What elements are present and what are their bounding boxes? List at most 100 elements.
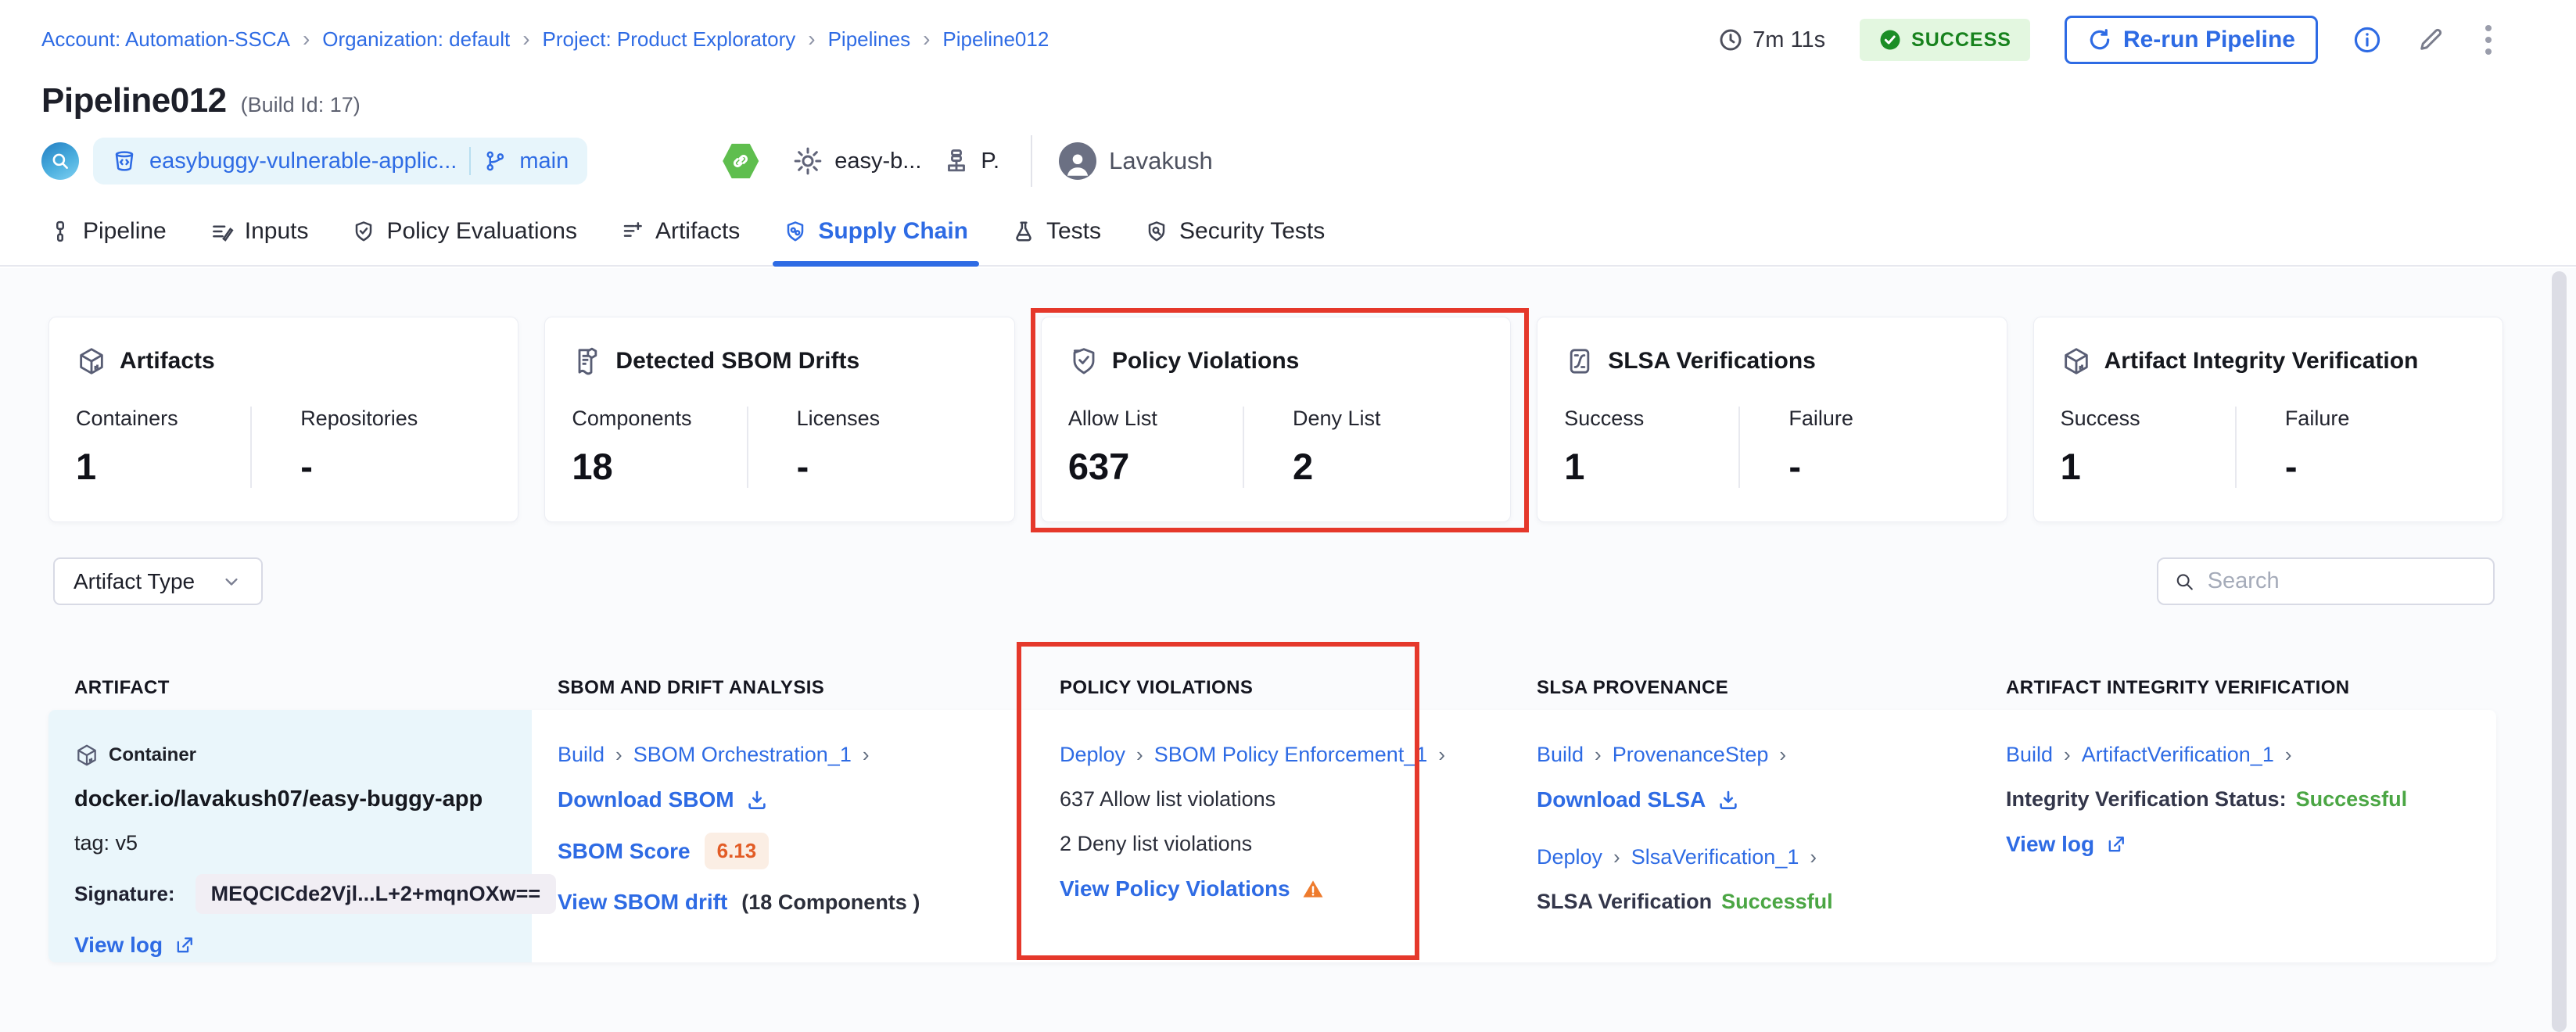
breadcrumb-pipelines[interactable]: Pipelines — [828, 27, 911, 52]
tab-policy-evaluations[interactable]: Policy Evaluations — [352, 218, 576, 265]
column-header-integrity: ARTIFACT INTEGRITY VERIFICATION — [1980, 677, 2496, 699]
status-label: SUCCESS — [1911, 29, 2011, 52]
artifact-image-name: docker.io/lavakush07/easy-buggy-app — [74, 787, 483, 812]
cube-icon — [76, 346, 107, 377]
chevron-separator-icon: › — [1613, 845, 1620, 869]
column-header-policy: POLICY VIOLATIONS — [1034, 677, 1511, 699]
clock-icon — [1718, 27, 1743, 52]
tab-label: Inputs — [245, 218, 309, 245]
stat-label: Repositories — [300, 407, 491, 431]
breadcrumb: Account: Automation-SSCA › Organization:… — [41, 27, 1049, 52]
sbom-score-badge: 6.13 — [705, 833, 770, 869]
vertical-scrollbar[interactable] — [2552, 271, 2567, 1032]
artifact-type-select[interactable]: Artifact Type — [53, 557, 263, 605]
view-log-link[interactable]: View log — [2006, 832, 2127, 857]
tab-artifacts[interactable]: Artifacts — [621, 218, 740, 265]
link-hexagon-icon — [722, 142, 759, 180]
shield-search-icon — [1145, 220, 1168, 243]
view-log-label: View log — [2006, 832, 2094, 857]
info-button[interactable] — [2352, 25, 2382, 55]
cube-icon — [74, 743, 99, 768]
step-link[interactable]: ArtifactVerification_1 — [2082, 743, 2274, 767]
breadcrumb-organization[interactable]: Organization: default — [322, 27, 510, 52]
card-policy-violations: Policy Violations Allow List637 Deny Lis… — [1041, 317, 1511, 522]
tab-label: Pipeline — [83, 218, 167, 245]
integrity-status-value: Successful — [2296, 787, 2408, 812]
view-sbom-drift-link[interactable]: View SBOM drift — [558, 890, 727, 915]
step-link[interactable]: SBOM Orchestration_1 — [633, 743, 852, 767]
stage-link[interactable]: Build — [558, 743, 605, 767]
view-sbom-drift-label: View SBOM drift — [558, 890, 727, 915]
stat-label: Failure — [1788, 407, 1979, 431]
deny-list-violations: 2 Deny list violations — [1060, 832, 1252, 856]
search-input[interactable] — [2208, 568, 2477, 594]
policy-violations-cell: Deploy › SBOM Policy Enforcement_1 › 637… — [1034, 710, 1511, 962]
chevron-separator-icon: › — [1136, 743, 1143, 767]
download-slsa-link[interactable]: Download SLSA — [1537, 787, 1740, 812]
tab-label: Artifacts — [655, 218, 740, 245]
column-header-sbom: SBOM AND DRIFT ANALYSIS — [532, 677, 1034, 699]
stage-link[interactable]: Build — [1537, 743, 1584, 767]
sbom-score-label: SBOM Score — [558, 839, 691, 864]
supply-chain-content: Artifacts Containers1 Repositories- Dete… — [0, 268, 2576, 1032]
view-log-link[interactable]: View log — [74, 933, 196, 958]
shield-chain-icon — [784, 220, 807, 243]
stat-value: - — [300, 445, 491, 488]
step-link[interactable]: SBOM Policy Enforcement_1 — [1154, 743, 1428, 767]
infrastructure-icon — [942, 146, 971, 176]
breadcrumb-project[interactable]: Project: Product Exploratory — [543, 27, 796, 52]
download-sbom-link[interactable]: Download SBOM — [558, 787, 769, 812]
edit-pipeline-button[interactable] — [2416, 26, 2445, 54]
view-log-label: View log — [74, 933, 163, 958]
artifact-integrity-cell: Build › ArtifactVerification_1 › Integri… — [1980, 710, 2496, 962]
external-link-icon — [174, 934, 196, 956]
rerun-pipeline-button[interactable]: Re-run Pipeline — [2065, 16, 2318, 64]
slsa-scroll-icon — [1564, 346, 1595, 377]
duration-label: 7m 11s — [1753, 27, 1825, 53]
download-icon — [1717, 788, 1740, 812]
stat-label: Success — [1564, 407, 1738, 431]
stat-value: 1 — [76, 445, 250, 488]
sbom-score-link[interactable]: SBOM Score — [558, 839, 691, 864]
stat-value: - — [2285, 445, 2476, 488]
chevron-separator-icon: › — [863, 743, 870, 767]
chevron-separator-icon: › — [2064, 743, 2071, 767]
chevron-separator-icon: › — [808, 27, 815, 52]
breadcrumb-account[interactable]: Account: Automation-SSCA — [41, 27, 290, 52]
trigger-avatar — [41, 142, 79, 180]
card-sbom-drifts: Detected SBOM Drifts Components18 Licens… — [544, 317, 1014, 522]
step-link[interactable]: ProvenanceStep — [1613, 743, 1769, 767]
branch-link[interactable]: main — [519, 149, 569, 174]
page: Account: Automation-SSCA › Organization:… — [0, 0, 2576, 1032]
tab-supply-chain[interactable]: Supply Chain — [784, 218, 968, 265]
slsa-verification-status: Successful — [1721, 890, 1833, 914]
stat-label: Components — [572, 407, 746, 431]
tab-pipeline[interactable]: Pipeline — [48, 218, 167, 265]
tab-tests[interactable]: Tests — [1012, 218, 1101, 265]
slsa-verification-label: SLSA Verification — [1537, 890, 1712, 914]
view-policy-violations-link[interactable]: View Policy Violations — [1060, 876, 1325, 901]
cube-icon — [2061, 346, 2092, 377]
inputs-icon — [210, 220, 234, 243]
rerun-pipeline-label: Re-run Pipeline — [2123, 27, 2295, 53]
chevron-separator-icon: › — [1779, 743, 1786, 767]
breadcrumb-pipeline012[interactable]: Pipeline012 — [942, 27, 1049, 52]
chevron-separator-icon: › — [2285, 743, 2292, 767]
search-box — [2157, 557, 2495, 605]
step-link[interactable]: SlsaVerification_1 — [1631, 845, 1799, 869]
user-name-label: Lavakush — [1109, 147, 1213, 175]
execution-meta-row: easybuggy-vulnerable-applic... main easy… — [41, 138, 1213, 185]
download-slsa-label: Download SLSA — [1537, 787, 1706, 812]
stage-link[interactable]: Deploy — [1537, 845, 1602, 869]
repo-link[interactable]: easybuggy-vulnerable-applic... — [149, 149, 457, 174]
search-icon — [2174, 570, 2195, 593]
stage-link[interactable]: Deploy — [1060, 743, 1125, 767]
tab-inputs[interactable]: Inputs — [210, 218, 309, 265]
artifact-type-label: Artifact Type — [74, 569, 195, 594]
more-options-button[interactable] — [2479, 22, 2498, 58]
stage-link[interactable]: Build — [2006, 743, 2053, 767]
download-sbom-label: Download SBOM — [558, 787, 734, 812]
info-icon — [2352, 25, 2382, 55]
summary-cards: Artifacts Containers1 Repositories- Dete… — [48, 317, 2503, 522]
tab-security-tests[interactable]: Security Tests — [1145, 218, 1325, 265]
